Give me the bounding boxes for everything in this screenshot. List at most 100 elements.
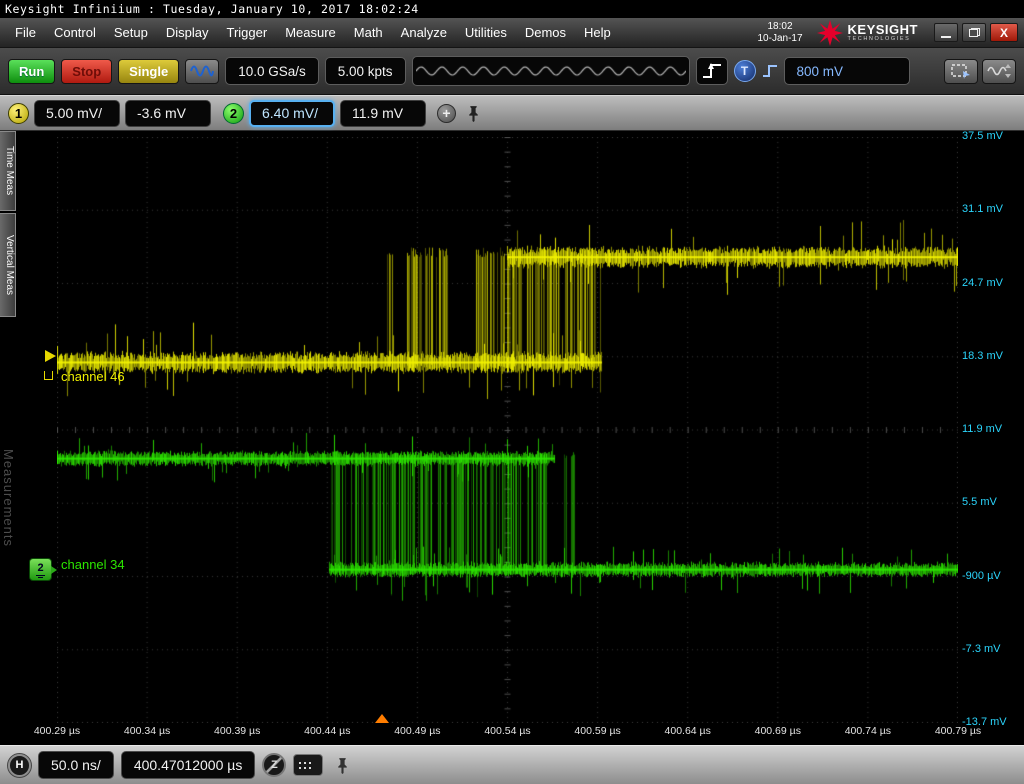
acquisition-preview-canvas (415, 58, 686, 84)
memory-depth-value: 5.00 kpts (337, 63, 393, 79)
add-channel-button[interactable]: + (437, 103, 456, 123)
x-axis-label: 400.44 µs (304, 725, 351, 737)
keysight-logo: KEYSIGHT TECHNOLOGIES (816, 19, 918, 46)
channel-1-scale-value: 5.00 mV/ (46, 105, 103, 121)
acquisition-toolbar: Run Stop Single 10.0 GSa/s 5.00 kpts T 8… (0, 48, 1024, 95)
horizontal-position-display[interactable]: 400.47012000 µs (120, 751, 256, 779)
y-axis-label: -900 µV (962, 569, 1001, 582)
rising-edge-icon (702, 63, 721, 78)
scope-graticule[interactable]: channel 46 channel 34 (57, 137, 958, 723)
run-button[interactable]: Run (8, 58, 56, 84)
restore-button[interactable] (962, 23, 986, 42)
channel-1-clamp-icon (44, 371, 53, 380)
tab-time-meas[interactable]: Time Meas (0, 131, 16, 211)
menu-item-control[interactable]: Control (45, 18, 105, 47)
timebase-display[interactable]: 50.0 ns/ (38, 751, 114, 779)
zoom-region-button[interactable] (944, 58, 978, 84)
trigger-slope-icon (762, 65, 777, 77)
channel-2-offset[interactable]: 11.9 mV (340, 99, 426, 127)
x-axis-label: 400.34 µs (123, 725, 171, 737)
channel-settings-bar: 1 5.00 mV/ -3.6 mV 2 6.40 mV/ 11.9 mV + (0, 95, 1024, 131)
x-axis-label: 400.74 µs (844, 725, 892, 737)
keysight-spark-icon (816, 19, 843, 46)
stop-button[interactable]: Stop (61, 58, 113, 84)
horizontal-controls-bar: H 50.0 ns/ 400.47012000 µs Z (0, 745, 1024, 784)
waveform-scale-button[interactable] (982, 58, 1016, 84)
waveform-display-area: Time Meas Vertical Meas Measurements 2 c… (0, 130, 1024, 745)
x-axis-label: 400.79 µs (934, 725, 982, 737)
channel-1-offset[interactable]: -3.6 mV (125, 99, 211, 127)
waveform-canvas[interactable] (57, 137, 958, 723)
horizontal-knob-button[interactable] (293, 754, 324, 776)
measurements-watermark: Measurements (1, 449, 16, 547)
blue-wave-icon (190, 65, 215, 77)
pushpin-icon (469, 105, 478, 122)
menu-item-math[interactable]: Math (345, 18, 392, 47)
marquee-select-icon (951, 64, 970, 79)
menu-item-display[interactable]: Display (157, 18, 218, 47)
trigger-position-marker[interactable] (375, 714, 389, 723)
trace-label-channel-46[interactable]: channel 46 (61, 369, 125, 384)
menu-item-analyze[interactable]: Analyze (392, 18, 456, 47)
x-axis-label: 400.39 µs (214, 725, 261, 737)
channel-1-badge[interactable]: 1 (8, 102, 29, 124)
menu-item-file[interactable]: File (6, 18, 45, 47)
y-axis-label: -7.3 mV (962, 642, 1001, 655)
y-axis-label: 37.5 mV (962, 130, 1003, 142)
close-icon: X (999, 25, 1008, 40)
menu-item-trigger[interactable]: Trigger (217, 18, 276, 47)
menu-item-demos[interactable]: Demos (516, 18, 575, 47)
channel-1-scale[interactable]: 5.00 mV/ (34, 99, 120, 127)
trace-label-channel-34[interactable]: channel 34 (61, 557, 125, 572)
restore-icon (968, 28, 980, 37)
trigger-badge-label: T (740, 64, 749, 78)
horizontal-badge[interactable]: H (7, 752, 32, 778)
trigger-source-badge[interactable]: T (733, 60, 756, 82)
pin-horizontal-bar-button[interactable] (336, 757, 349, 774)
menu-item-help[interactable]: Help (575, 18, 620, 47)
minimize-icon (941, 35, 951, 38)
channel-2-scale-value: 6.40 mV/ (262, 105, 319, 121)
memory-depth-display[interactable]: 5.00 kpts (324, 57, 406, 85)
single-button[interactable]: Single (118, 58, 180, 84)
zoom-button[interactable]: Z (262, 753, 287, 777)
y-axis-label: 31.1 mV (962, 203, 1003, 216)
menu-item-setup[interactable]: Setup (105, 18, 157, 47)
menu-item-utilities[interactable]: Utilities (456, 18, 516, 47)
menu-item-measure[interactable]: Measure (276, 18, 345, 47)
pushpin-icon (338, 757, 348, 774)
acquisition-preview[interactable] (411, 56, 690, 86)
trigger-edge-button[interactable] (695, 57, 728, 85)
brand-name: KEYSIGHT (847, 21, 918, 37)
x-axis-label: 400.59 µs (574, 725, 621, 737)
trigger-level-display[interactable]: 800 mV (783, 57, 910, 85)
close-button[interactable]: X (990, 23, 1018, 42)
title-bar: Keysight Infiniium : Tuesday, January 10… (0, 0, 1024, 18)
touch-waveform-button[interactable] (185, 58, 220, 84)
waveform-arrows-icon (987, 64, 1011, 78)
sample-rate-value: 10.0 GSa/s (238, 63, 306, 79)
y-axis-label: 24.7 mV (962, 276, 1003, 289)
channel-1-ground-marker[interactable] (45, 350, 56, 362)
tab-vertical-meas[interactable]: Vertical Meas (0, 213, 16, 317)
sample-rate-display[interactable]: 10.0 GSa/s (225, 57, 319, 85)
x-axis-label: 400.69 µs (754, 725, 801, 737)
pin-channel-bar-button[interactable] (467, 105, 480, 122)
y-axis-label: 18.3 mV (962, 349, 1003, 362)
channel-2-ground-marker[interactable]: 2 (29, 558, 57, 581)
x-axis-label: 400.49 µs (394, 725, 441, 737)
minimize-button[interactable] (934, 23, 958, 42)
clock-date: 10-Jan-17 (757, 32, 803, 44)
clock-display: 18:02 10-Jan-17 (758, 21, 803, 44)
window-controls: X (934, 23, 1018, 42)
channel-2-badge[interactable]: 2 (223, 102, 244, 124)
menu-bar: File Control Setup Display Trigger Measure Mat… (0, 18, 1024, 48)
y-axis-labels: 37.5 mV 31.1 mV 24.7 mV 18.3 mV 11.9 mV 5.5 m… (958, 130, 1024, 745)
trigger-level-value: 800 mV (796, 63, 844, 79)
horizontal-position-value: 400.47012000 µs (133, 757, 243, 773)
y-axis-label: 11.9 mV (962, 423, 1003, 435)
channel-2-number: 2 (229, 105, 238, 121)
x-axis-label: 400.54 µs (484, 725, 531, 737)
channel-2-scale[interactable]: 6.40 mV/ (249, 99, 335, 127)
knob-dots-icon (299, 762, 302, 764)
